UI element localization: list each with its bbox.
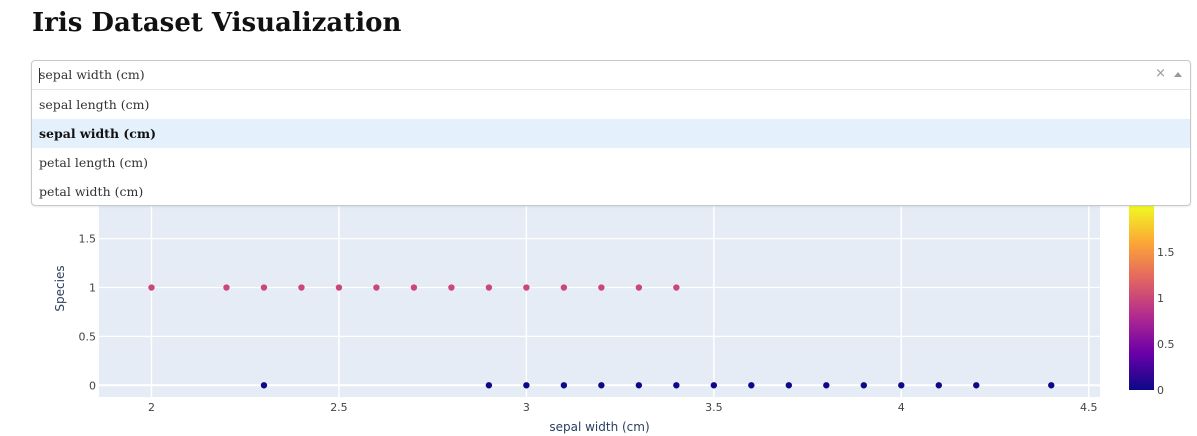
data-point: [260, 284, 268, 291]
x-tick-label: 2: [148, 401, 155, 414]
text-cursor: [39, 68, 40, 83]
data-point: [935, 382, 942, 389]
data-point: [560, 382, 568, 389]
y-tick-label: 1: [89, 282, 96, 295]
data-point: [860, 382, 868, 389]
colorbar-tick-label: 0: [1157, 384, 1164, 397]
data-point: [485, 382, 493, 389]
x-tick-label: 4.5: [1080, 401, 1098, 414]
data-point: [223, 284, 230, 291]
clear-icon[interactable]: ×: [1155, 66, 1166, 81]
dropdown-option-petal-width[interactable]: petal width (cm): [32, 177, 1190, 205]
data-point: [298, 284, 305, 291]
data-point: [748, 382, 755, 389]
data-point: [710, 382, 718, 389]
colorbar: [1129, 206, 1154, 390]
dropdown-option-sepal-length[interactable]: sepal length (cm): [32, 90, 1190, 119]
x-tick-label: 4: [898, 401, 905, 414]
data-point: [673, 382, 680, 389]
data-point: [823, 382, 830, 389]
feature-dropdown[interactable]: sepal width (cm) × sepal length (cm) sep…: [31, 60, 1191, 206]
data-point: [523, 382, 530, 389]
data-point: [260, 382, 268, 389]
y-tick-label: 1.5: [79, 233, 97, 246]
data-point: [785, 382, 793, 389]
data-point: [410, 284, 418, 291]
data-point: [973, 382, 980, 389]
x-axis-title: sepal width (cm): [549, 420, 649, 434]
data-point: [598, 284, 605, 291]
data-point: [560, 284, 568, 291]
colorbar-tick-label: 1: [1157, 292, 1164, 305]
colorbar-tick-label: 0.5: [1157, 338, 1175, 351]
colorbar-tick-label: 1.5: [1157, 246, 1175, 259]
data-point: [598, 382, 605, 389]
data-point: [148, 284, 155, 291]
data-point: [898, 382, 905, 389]
data-point: [335, 284, 343, 291]
dropdown-option-sepal-width[interactable]: sepal width (cm): [32, 119, 1190, 148]
y-tick-label: 0: [89, 379, 96, 392]
y-axis-title: Species: [53, 265, 67, 311]
dropdown-option-petal-length[interactable]: petal length (cm): [32, 148, 1190, 177]
x-tick-label: 3: [523, 401, 530, 414]
x-tick-label: 2.5: [330, 401, 348, 414]
data-point: [448, 284, 455, 291]
x-tick-label: 3.5: [705, 401, 723, 414]
data-point: [485, 284, 493, 291]
data-point: [635, 284, 643, 291]
data-point: [523, 284, 530, 291]
dropdown-selected-value[interactable]: sepal width (cm): [39, 67, 145, 82]
dropdown-control[interactable]: sepal width (cm) ×: [32, 61, 1190, 90]
chevron-up-icon[interactable]: [1174, 72, 1182, 77]
data-point: [673, 284, 680, 291]
y-tick-label: 0.5: [79, 330, 97, 343]
data-point: [1048, 382, 1055, 389]
data-point: [635, 382, 643, 389]
data-point: [373, 284, 380, 291]
